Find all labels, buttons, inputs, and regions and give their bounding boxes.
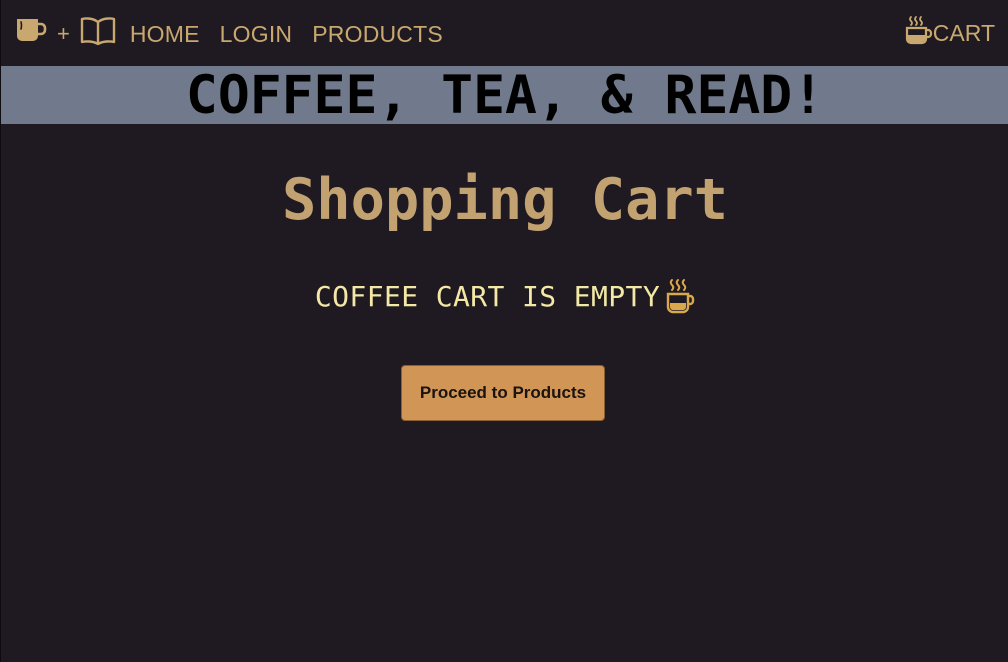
nav-cart-link[interactable]: CART bbox=[905, 15, 995, 51]
empty-cart-message: COFFEE CART IS EMPTY bbox=[1, 278, 1008, 314]
page-title: Shopping Cart bbox=[281, 167, 729, 233]
site-logo[interactable]: + bbox=[15, 16, 116, 51]
coffee-cup-icon bbox=[905, 15, 933, 51]
logo-plus: + bbox=[57, 21, 70, 46]
nav-link-login[interactable]: LOGIN bbox=[220, 19, 293, 48]
site-banner: COFFEE, TEA, & READ! bbox=[1, 65, 1008, 126]
coffee-mug-icon bbox=[15, 16, 47, 51]
navbar: + HOME LOGIN PRODUCTS CART bbox=[1, 0, 1008, 66]
proceed-to-products-button[interactable]: Proceed to Products bbox=[401, 365, 605, 421]
empty-cart-text: COFFEE CART IS EMPTY bbox=[314, 279, 661, 313]
banner-title: COFFEE, TEA, & READ! bbox=[185, 65, 825, 126]
open-book-icon bbox=[80, 16, 116, 51]
nav-link-products[interactable]: PRODUCTS bbox=[312, 19, 443, 48]
cart-label: CART bbox=[932, 19, 995, 46]
nav-link-home[interactable]: HOME bbox=[130, 19, 200, 48]
nav-left: + HOME LOGIN PRODUCTS bbox=[15, 0, 463, 66]
coffee-cup-icon bbox=[665, 278, 695, 314]
